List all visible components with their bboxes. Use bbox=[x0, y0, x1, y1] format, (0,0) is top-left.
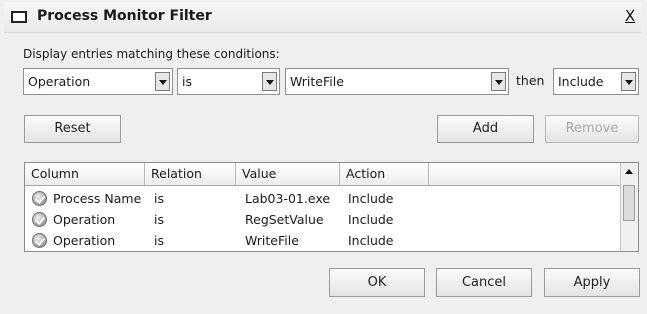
conditions-prompt: Display entries matching these condition… bbox=[23, 47, 280, 61]
column-header-column[interactable]: Column bbox=[25, 163, 145, 185]
row-relation: is bbox=[154, 233, 164, 248]
row-column: Operation bbox=[53, 212, 116, 227]
action-select-value: Include bbox=[558, 74, 604, 89]
row-value: Lab03-01.exe bbox=[245, 191, 331, 206]
row-action: Include bbox=[348, 233, 394, 248]
vertical-scrollbar[interactable] bbox=[620, 163, 638, 251]
table-row[interactable]: Operation is WriteFile Include bbox=[25, 230, 621, 251]
value-select-value: WriteFile bbox=[290, 74, 344, 89]
filter-table: Column Relation Value Action Process Nam… bbox=[24, 162, 639, 252]
reset-button[interactable]: Reset bbox=[24, 115, 121, 143]
then-label: then bbox=[516, 73, 545, 88]
window-title: Process Monitor Filter bbox=[37, 8, 212, 24]
window-icon bbox=[11, 11, 27, 23]
table-header: Column Relation Value Action bbox=[25, 163, 621, 186]
relation-select[interactable]: is bbox=[177, 68, 280, 95]
column-select[interactable]: Operation bbox=[23, 68, 173, 95]
table-row[interactable]: Operation is RegSetValue Include bbox=[25, 209, 621, 230]
title-bar: Process Monitor Filter X bbox=[4, 2, 641, 33]
check-icon bbox=[32, 212, 47, 227]
row-action: Include bbox=[348, 212, 394, 227]
chevron-down-icon[interactable] bbox=[491, 72, 506, 91]
process-monitor-filter-dialog: Process Monitor Filter X Display entries… bbox=[0, 0, 647, 314]
column-header-relation[interactable]: Relation bbox=[145, 163, 236, 185]
apply-button[interactable]: Apply bbox=[544, 268, 640, 297]
row-value: WriteFile bbox=[245, 233, 299, 248]
column-header-value[interactable]: Value bbox=[236, 163, 340, 185]
relation-select-value: is bbox=[182, 74, 192, 89]
row-relation: is bbox=[154, 191, 164, 206]
chevron-down-icon[interactable] bbox=[262, 72, 277, 91]
column-header-action[interactable]: Action bbox=[340, 163, 429, 185]
action-select[interactable]: Include bbox=[553, 68, 639, 95]
row-column: Operation bbox=[53, 233, 116, 248]
table-row[interactable]: Process Name is Lab03-01.exe Include bbox=[25, 188, 621, 209]
scroll-up-icon[interactable] bbox=[621, 163, 638, 180]
chevron-down-icon[interactable] bbox=[621, 72, 636, 91]
close-icon[interactable]: X bbox=[622, 7, 638, 25]
row-action: Include bbox=[348, 191, 394, 206]
check-icon bbox=[32, 191, 47, 206]
column-select-value: Operation bbox=[28, 74, 91, 89]
check-icon bbox=[32, 233, 47, 248]
value-select[interactable]: WriteFile bbox=[285, 68, 509, 95]
scroll-thumb[interactable] bbox=[623, 185, 635, 221]
add-button[interactable]: Add bbox=[437, 115, 534, 143]
ok-button[interactable]: OK bbox=[329, 268, 425, 297]
chevron-down-icon[interactable] bbox=[155, 72, 170, 91]
row-value: RegSetValue bbox=[245, 212, 324, 227]
row-column: Process Name bbox=[53, 191, 142, 206]
row-relation: is bbox=[154, 212, 164, 227]
remove-button[interactable]: Remove bbox=[545, 115, 639, 143]
cancel-button[interactable]: Cancel bbox=[436, 268, 532, 297]
